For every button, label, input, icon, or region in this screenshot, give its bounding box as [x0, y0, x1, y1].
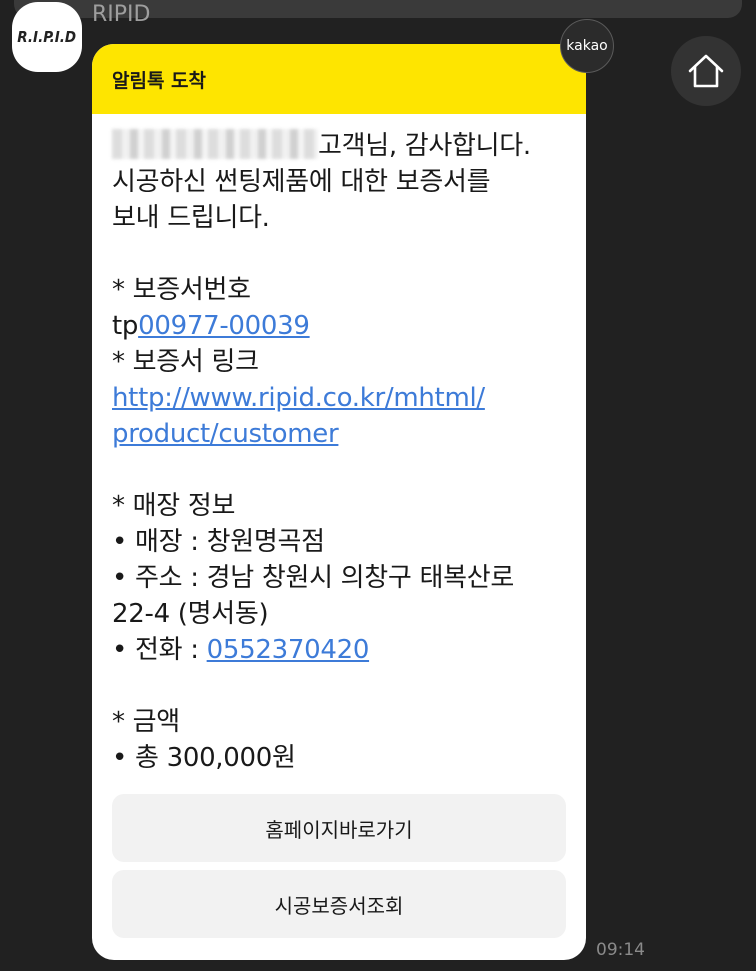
- warranty-number-link[interactable]: 00977-00039: [138, 311, 310, 341]
- warranty-lookup-button[interactable]: 시공보증서조회: [112, 870, 566, 938]
- store-name: • 매장 : 창원명곡점: [112, 527, 325, 557]
- warranty-number-line: tp00977-00039: [112, 311, 310, 341]
- message-timestamp: 09:14: [596, 940, 645, 960]
- intro-line-2: 시공하신 썬팅제품에 대한 보증서를: [112, 167, 491, 197]
- sender-avatar[interactable]: R.I.P.I.D: [12, 2, 82, 72]
- ripid-logo: R.I.P.I.D: [17, 28, 77, 46]
- chat-screen: R.I.P.I.D RIPID 알림톡 도착 고객님, 감사합니다. 시공하신 …: [0, 0, 756, 971]
- store-phone-line: • 전화 : 0552370420: [112, 635, 370, 665]
- store-address-line2: 22-4 (명서동): [112, 599, 269, 629]
- amount-value: • 총 300,000원: [112, 743, 296, 773]
- home-button[interactable]: [671, 36, 741, 106]
- warranty-url-link-line2[interactable]: product/customer: [112, 416, 566, 452]
- sender-name: RIPID: [92, 2, 151, 27]
- warranty-number-label: * 보증서번호: [112, 275, 251, 305]
- message-body: 고객님, 감사합니다. 시공하신 썬팅제품에 대한 보증서를 보내 드립니다. …: [92, 114, 586, 776]
- card-header: 알림톡 도착: [92, 44, 586, 114]
- greeting-line: 고객님, 감사합니다.: [112, 128, 566, 164]
- home-icon: [688, 54, 724, 88]
- store-address-line1: • 주소 : 경남 창원시 의창구 태복산로: [112, 563, 514, 593]
- card-header-title: 알림톡 도착: [112, 69, 207, 92]
- homepage-button[interactable]: 홈페이지바로가기: [112, 794, 566, 862]
- warranty-url-link-line1[interactable]: http://www.ripid.co.kr/mhtml/: [112, 380, 566, 416]
- intro-line-3: 보내 드립니다.: [112, 203, 270, 233]
- alimtalk-message-card: 알림톡 도착 고객님, 감사합니다. 시공하신 썬팅제품에 대한 보증서를 보내…: [92, 44, 586, 960]
- redacted-customer-name: [112, 129, 318, 159]
- store-phone-link[interactable]: 0552370420: [207, 635, 370, 665]
- store-info-label: * 매장 정보: [112, 491, 236, 521]
- kakao-badge: kakao: [560, 19, 614, 73]
- amount-label: * 금액: [112, 707, 180, 737]
- warranty-link-label: * 보증서 링크: [112, 347, 259, 377]
